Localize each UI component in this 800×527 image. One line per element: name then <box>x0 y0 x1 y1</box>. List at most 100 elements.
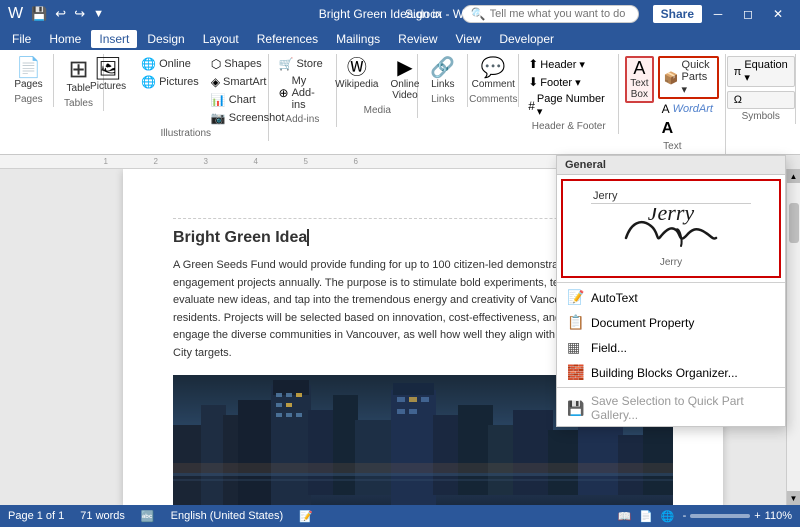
menu-home[interactable]: Home <box>41 30 89 48</box>
restore-button[interactable]: ◻ <box>734 0 762 28</box>
symbol-button[interactable]: Ω <box>727 91 795 109</box>
scroll-up-button[interactable]: ▲ <box>787 169 800 183</box>
building-blocks-label: Building Blocks Organizer... <box>591 366 738 380</box>
comment-button[interactable]: 💬 Comment <box>468 56 519 92</box>
save-icon[interactable]: 💾 <box>31 6 47 22</box>
vertical-scrollbar[interactable]: ▲ ▼ <box>786 169 800 505</box>
chart-label: Chart <box>229 94 256 106</box>
footer-button[interactable]: ⬇ Footer ▾ <box>525 74 612 90</box>
menu-view[interactable]: View <box>448 30 490 48</box>
quick-parts-dropdown: General Jerry Jerry 📝 AutoText 📋 Documen… <box>556 155 786 427</box>
drop-cap-button[interactable]: A <box>658 119 720 139</box>
status-bar: Page 1 of 1 71 words 🔤 English (United S… <box>0 505 800 527</box>
wikipedia-button[interactable]: Ⓦ Wikipedia <box>331 56 382 92</box>
close-button[interactable]: ✕ <box>764 0 792 28</box>
save-selection-item[interactable]: 💾 Save Selection to Quick Part Gallery..… <box>557 390 785 426</box>
undo-icon[interactable]: ↩ <box>55 6 66 22</box>
equation-area: π Equation ▾ <box>727 56 795 87</box>
header-icon: ⬆ <box>528 57 538 71</box>
illustrations-group-label: Illustrations <box>160 128 211 139</box>
equation-icon: π <box>734 66 742 78</box>
smartart-icon: ◈ <box>211 75 220 89</box>
hf-col: ⬆ Header ▾ ⬇ Footer ▾ # Page Number ▾ <box>525 56 612 119</box>
page-number-icon: # <box>528 99 535 113</box>
building-blocks-item[interactable]: 🧱 Building Blocks Organizer... <box>557 360 785 385</box>
view-web-icon[interactable]: 🌐 <box>661 510 675 523</box>
menu-insert[interactable]: Insert <box>91 30 137 48</box>
page-number-button[interactable]: # Page Number ▾ <box>525 92 612 119</box>
quick-parts-button[interactable]: 📦 Quick Parts ▾ <box>658 56 720 99</box>
shapes-icon: ⬡ <box>211 57 221 71</box>
tell-me-input[interactable] <box>490 8 630 20</box>
online-icon-2: 🌐 <box>141 75 156 89</box>
symbols-group-label: Symbols <box>742 111 780 122</box>
redo-icon[interactable]: ↪ <box>74 6 85 22</box>
document-property-item[interactable]: 📋 Document Property <box>557 310 785 335</box>
equation-button[interactable]: π Equation ▾ <box>727 56 795 87</box>
language-info: English (United States) <box>171 510 284 522</box>
signature-name-input[interactable] <box>591 189 751 204</box>
text-box-label: TextBox <box>630 78 648 100</box>
zoom-slider[interactable] <box>690 514 750 518</box>
customize-icon[interactable]: ▼ <box>93 8 104 20</box>
online-pictures-button-2[interactable]: 🌐 Pictures <box>137 74 203 90</box>
text-col-2: 📦 Quick Parts ▾ A WordArt A <box>658 56 720 139</box>
minimize-button[interactable]: ─ <box>704 0 732 28</box>
shapes-label: Shapes <box>224 58 261 70</box>
wordart-button[interactable]: A WordArt <box>658 101 720 117</box>
title-bar: W 💾 ↩ ↪ ▼ Bright Green Idea.docx - Word … <box>0 0 800 28</box>
autotext-item[interactable]: 📝 AutoText <box>557 285 785 310</box>
ribbon-group-header-footer: ⬆ Header ▾ ⬇ Footer ▾ # Page Number ▾ He… <box>519 54 619 134</box>
links-button[interactable]: 🔗 Links <box>425 56 461 92</box>
scroll-thumb[interactable] <box>789 203 799 243</box>
menu-layout[interactable]: Layout <box>195 30 247 48</box>
menu-file[interactable]: File <box>4 30 39 48</box>
status-right: 📖 📄 🌐 - + 110% <box>617 510 792 523</box>
page-number-label: Page Number ▾ <box>537 93 609 118</box>
zoom-control[interactable]: - + 110% <box>683 510 792 522</box>
ribbon-group-media: Ⓦ Wikipedia ▶ OnlineVideo Media <box>337 54 418 118</box>
store-label: Store <box>296 58 322 70</box>
comment-icon: 💬 <box>481 58 506 78</box>
menu-design[interactable]: Design <box>139 30 192 48</box>
hf-group-content: ⬆ Header ▾ ⬇ Footer ▾ # Page Number ▾ <box>525 56 612 119</box>
links-group-content: 🔗 Links <box>425 56 461 92</box>
svg-text:Jerry: Jerry <box>648 208 695 225</box>
zoom-out-icon[interactable]: - <box>683 510 687 522</box>
header-button[interactable]: ⬆ Header ▾ <box>525 56 612 72</box>
share-button[interactable]: Share <box>653 5 702 23</box>
screenshot-icon: 📷 <box>211 111 226 125</box>
menu-references[interactable]: References <box>249 30 326 48</box>
view-read-icon[interactable]: 📖 <box>617 510 631 523</box>
dropdown-header: General <box>557 156 785 175</box>
online-label-2: Pictures <box>159 76 199 88</box>
menu-mailings[interactable]: Mailings <box>328 30 388 48</box>
text-box-icon: A <box>633 59 645 77</box>
pages-icon: 📄 <box>16 58 41 78</box>
zoom-in-icon[interactable]: + <box>754 510 760 522</box>
store-icon: 🛒 <box>279 57 294 71</box>
menu-bar: File Home Insert Design Layout Reference… <box>0 28 800 50</box>
my-addins-button[interactable]: ⊕ My Add-ins <box>275 74 331 112</box>
menu-review[interactable]: Review <box>390 30 445 48</box>
online-pictures-button[interactable]: 🌐 Online <box>137 56 203 72</box>
field-label: Field... <box>591 341 627 355</box>
pages-button[interactable]: 📄 Pages <box>10 56 46 92</box>
store-button[interactable]: 🛒 Store <box>275 56 331 72</box>
text-box-button[interactable]: A TextBox <box>625 56 653 103</box>
quick-parts-icon: 📦 <box>664 71 679 85</box>
field-item[interactable]: ▦ Field... <box>557 335 785 360</box>
ribbon: 📄 Pages Pages ⊞ Table Tables 🖼 <box>0 50 800 155</box>
text-group-label: Text <box>663 141 681 152</box>
ribbon-group-comments: 💬 Comment Comments <box>468 54 519 107</box>
menu-developer[interactable]: Developer <box>491 30 562 48</box>
document-area: 1 2 3 4 5 6 Bright Green Idea A Green Se… <box>0 155 800 505</box>
scroll-down-button[interactable]: ▼ <box>787 491 800 505</box>
pictures-button[interactable]: 🖼 Pictures <box>83 56 133 94</box>
pages-group-content: 📄 Pages <box>10 56 46 92</box>
signature-preview: Jerry Jerry <box>561 179 781 278</box>
pages-group-label: Pages <box>14 94 42 105</box>
document-body-text: A Green Seeds Fund would provide funding… <box>173 259 604 359</box>
tell-me-box[interactable]: 🔍 <box>462 5 639 23</box>
view-print-icon[interactable]: 📄 <box>639 510 653 523</box>
